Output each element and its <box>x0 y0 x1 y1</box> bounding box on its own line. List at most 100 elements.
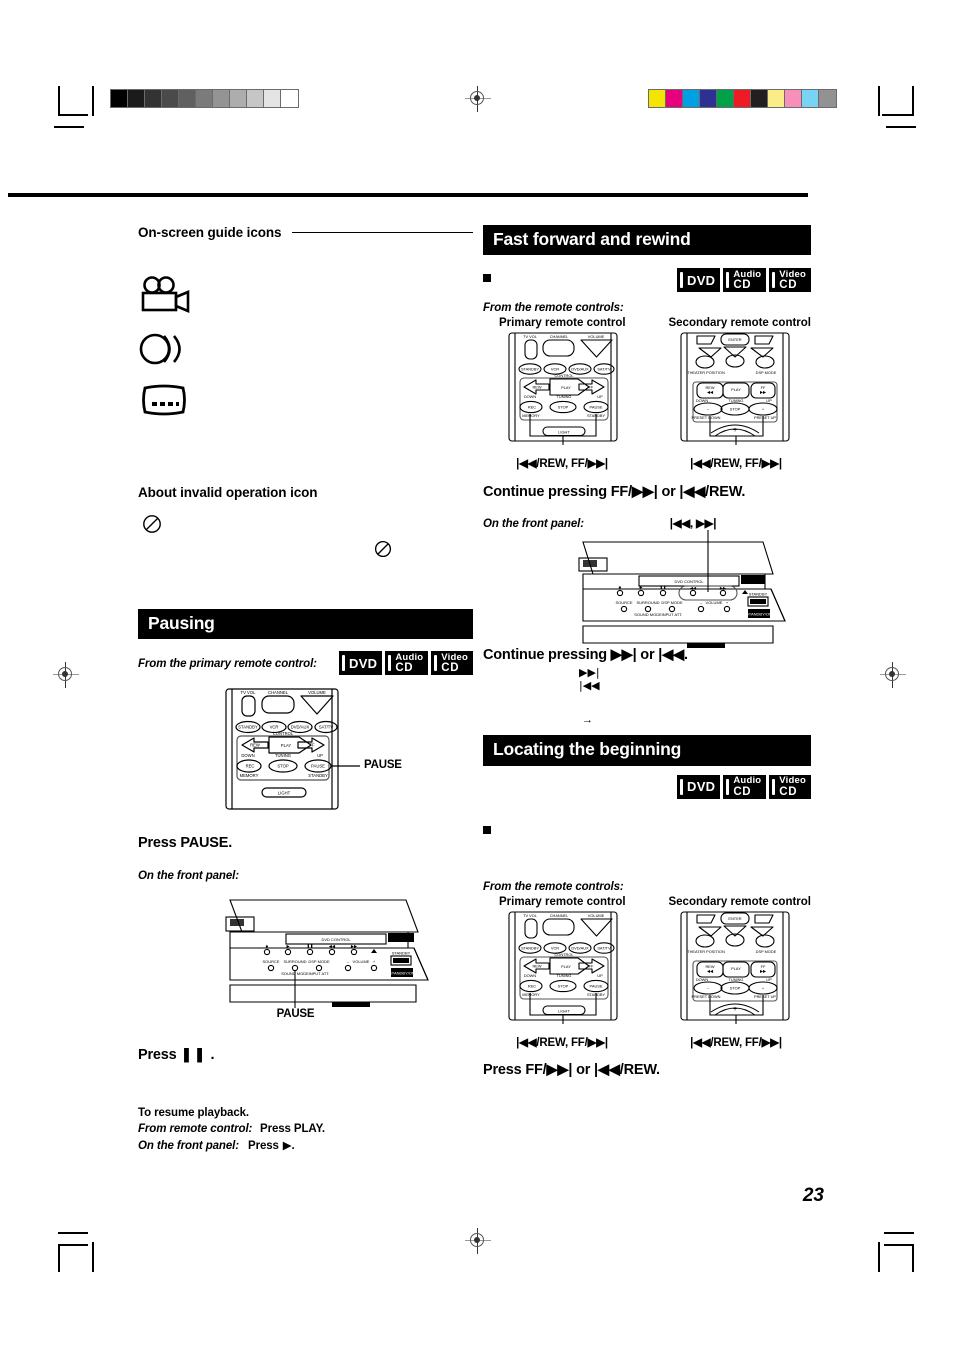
front-panel-illustration-pausing: DVD CONTROL ■ ▶ ❚❚ ◀◀ ▶▶ SOURCE SURROUND… <box>138 890 473 1025</box>
svg-text:THEATER POSITION: THEATER POSITION <box>687 949 725 954</box>
invalid-operation-heading: About invalid operation icon <box>138 485 318 500</box>
guide-icon-list <box>138 276 473 423</box>
svg-text:INPUT ATT.: INPUT ATT. <box>662 612 683 617</box>
pausing-front-panel-label: On the front panel: <box>138 870 239 883</box>
resume-playback-block: To resume playback. From remote control:… <box>138 1105 473 1154</box>
svg-text:PLAY: PLAY <box>731 966 741 971</box>
svg-text:STOP: STOP <box>558 405 569 410</box>
svg-text:UP: UP <box>317 753 323 758</box>
svg-text:LIGHT: LIGHT <box>558 430 570 435</box>
resume-remote-value: Press PLAY. <box>260 1123 325 1136</box>
svg-text:TV VOL: TV VOL <box>523 334 538 339</box>
svg-text:UP: UP <box>766 977 772 982</box>
svg-text:◀◀: ◀◀ <box>329 944 336 949</box>
left-column: On-screen guide icons About invalid oper… <box>138 225 473 1154</box>
svg-text:STANDBY: STANDBY <box>308 773 328 778</box>
grayscale-swatch-3 <box>162 90 179 107</box>
on-screen-guide-heading: On-screen guide icons <box>138 225 282 240</box>
badge-tick-icon <box>434 655 438 672</box>
badge-label: Audio CD <box>733 775 762 798</box>
badge-tick-icon <box>680 272 684 289</box>
audio-waves-icon <box>138 331 473 372</box>
svg-text:+: + <box>726 600 729 605</box>
grayscale-swatch-10 <box>281 90 298 107</box>
grayscale-swatch-5 <box>196 90 213 107</box>
svg-text:SAT/TV: SAT/TV <box>597 945 611 950</box>
crop-mark-top-right <box>868 86 916 132</box>
svg-text:PAUSE: PAUSE <box>590 983 603 988</box>
locating-step-1: Press FF/▶▶| or |◀◀/REW. <box>483 1061 660 1078</box>
svg-text:REC: REC <box>528 405 536 410</box>
svg-text:MEMORY: MEMORY <box>240 773 259 778</box>
svg-text:INPUT ATT.: INPUT ATT. <box>309 971 330 976</box>
media-badge-dvd: DVD <box>339 651 383 676</box>
svg-text:TV VOL: TV VOL <box>241 690 257 695</box>
svg-text:VCR: VCR <box>551 945 559 950</box>
svg-text:STOP: STOP <box>558 983 569 988</box>
svg-text:REW: REW <box>532 385 541 390</box>
no-entry-icon-inline <box>374 540 392 563</box>
grayscale-swatch-8 <box>247 90 264 107</box>
registration-mark-left <box>53 662 79 688</box>
badge-label: Audio CD <box>733 268 762 292</box>
locating-secondary-callout: |◀◀/REW, FF/▶▶| <box>690 1036 782 1049</box>
svg-text:TUNING: TUNING <box>557 394 572 399</box>
svg-text:CONTROL: CONTROL <box>273 731 294 736</box>
svg-text:+: + <box>733 1006 737 1013</box>
badge-label: DVD <box>349 655 378 671</box>
front-panel-illustration-ff: |◀◀, ▶▶| DVD CONTROL ■ ▶ ❚❚ ◀◀ ▶▶ SOURCE… <box>483 516 811 649</box>
page-number: 23 <box>802 1185 824 1206</box>
color-swatch-0 <box>649 90 666 107</box>
svg-text:PLAY: PLAY <box>561 964 571 969</box>
grayscale-swatch-0 <box>111 90 128 107</box>
locating-primary-callout: |◀◀/REW, FF/▶▶| <box>516 1036 608 1049</box>
svg-text:TUNING: TUNING <box>729 977 744 982</box>
color-swatch-6 <box>751 90 768 107</box>
registration-mark-top <box>465 86 491 112</box>
locating-primary-remote-label: Primary remote control <box>499 895 626 908</box>
badge-tick-icon <box>772 272 776 289</box>
svg-text:SURROUND: SURROUND <box>636 600 659 605</box>
ff-arrow-glyph: → <box>582 714 593 727</box>
svg-text:◀◀: ◀◀ <box>707 968 714 973</box>
manual-page: On-screen guide icons About invalid oper… <box>0 0 954 1351</box>
svg-text:SOURCE: SOURCE <box>262 959 279 964</box>
color-calibration-strip <box>648 89 837 108</box>
svg-text:PLAY: PLAY <box>731 387 741 392</box>
svg-text:❚❚: ❚❚ <box>660 585 667 590</box>
svg-text:REC: REC <box>528 983 536 988</box>
pausing-source-label: From the primary remote control: <box>138 658 317 671</box>
color-swatch-5 <box>734 90 751 107</box>
svg-text:SURROUND: SURROUND <box>283 959 306 964</box>
locating-secondary-remote-label: Secondary remote control <box>668 895 811 908</box>
ff-glyph-forward: ▶▶| <box>579 666 600 680</box>
locating-section-title: Locating the beginning <box>483 735 811 766</box>
svg-text:DVD CONTROL: DVD CONTROL <box>674 579 704 584</box>
svg-text:VCR: VCR <box>551 367 559 372</box>
grayscale-swatch-6 <box>213 90 230 107</box>
grayscale-swatch-1 <box>128 90 145 107</box>
svg-text:STANDBY: STANDBY <box>238 725 258 730</box>
svg-text:REW: REW <box>532 963 541 968</box>
registration-mark-bottom <box>465 1228 491 1254</box>
svg-text:VOLUME: VOLUME <box>588 334 605 339</box>
svg-text:DVD/AUX: DVD/AUX <box>571 945 589 950</box>
svg-text:–: – <box>347 959 350 964</box>
svg-text:VOLUME: VOLUME <box>353 959 370 964</box>
grayscale-swatch-9 <box>264 90 281 107</box>
secondary-remote-illustration-ff: ENTER THEATER POSITION DSP MODE REW ◀◀ PL… <box>661 331 811 470</box>
svg-text:DSP MODE: DSP MODE <box>661 600 683 605</box>
grayscale-swatch-2 <box>145 90 162 107</box>
svg-text:FF: FF <box>589 385 594 390</box>
svg-text:LIGHT: LIGHT <box>558 1008 570 1013</box>
svg-text:STANDBY: STANDBY <box>392 951 411 956</box>
svg-text:▶▶: ▶▶ <box>351 944 358 949</box>
invalid-icon-row <box>138 514 473 558</box>
svg-text:◀◀: ◀◀ <box>707 390 714 395</box>
crop-mark-bottom-left <box>58 1232 104 1278</box>
svg-text:STOP: STOP <box>730 407 741 412</box>
resume-remote-row: From remote control: Press PLAY. <box>138 1121 473 1137</box>
resume-front-panel-value-suffix: . <box>291 1140 295 1153</box>
svg-text:DVD CONTROL: DVD CONTROL <box>321 937 351 942</box>
badge-label: Video CD <box>441 651 468 675</box>
